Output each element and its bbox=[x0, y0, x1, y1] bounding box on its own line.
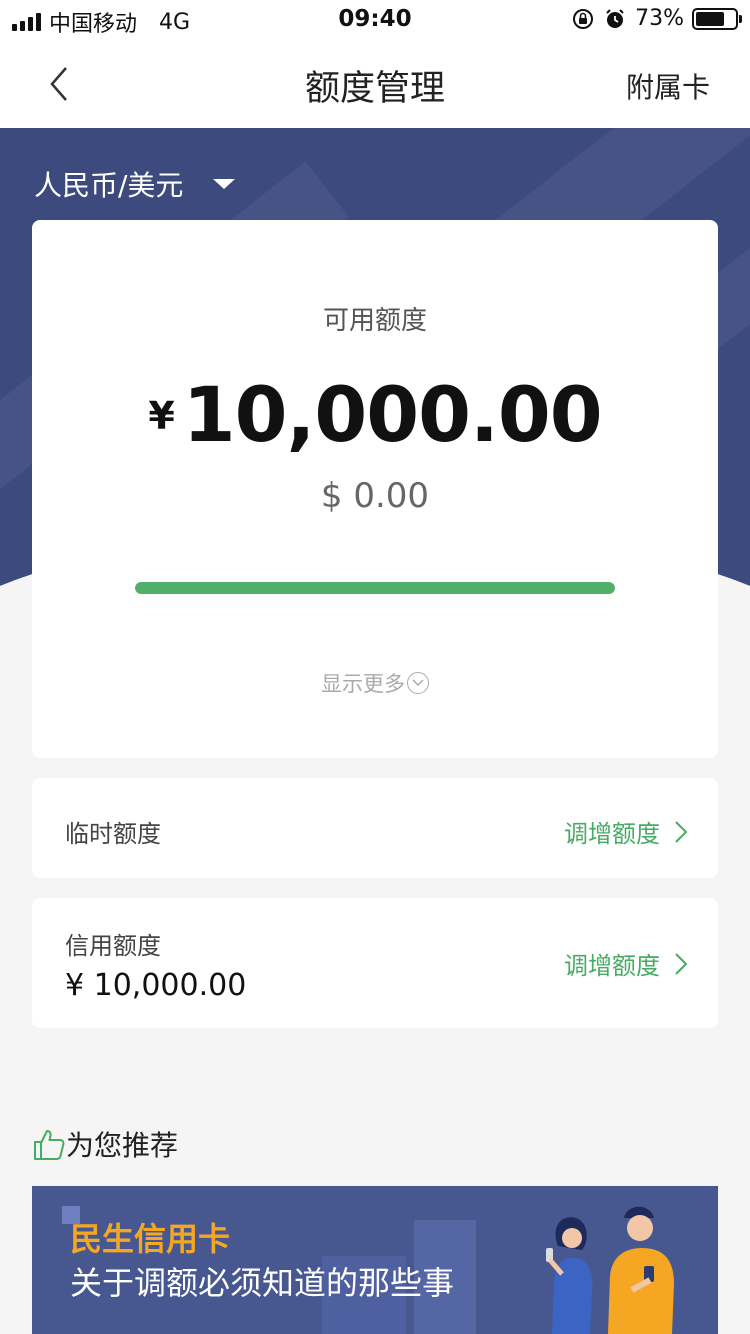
caret-down-icon bbox=[213, 179, 236, 189]
recommend-heading: 为您推荐 bbox=[32, 1124, 178, 1164]
battery-percent: 73% bbox=[635, 6, 684, 31]
battery-icon bbox=[692, 7, 742, 30]
banner-brand: 民生信用卡 bbox=[70, 1220, 231, 1258]
credit-limit-label: 信用额度 bbox=[65, 932, 161, 960]
thumbs-up-icon bbox=[34, 1130, 65, 1160]
increase-temp-limit-link[interactable]: 调增额度 bbox=[564, 814, 688, 849]
currency-selector[interactable]: 人民币/美元 bbox=[34, 164, 236, 204]
alarm-icon bbox=[606, 8, 624, 28]
status-bar: 中国移动 4G 09:40 73% bbox=[0, 0, 750, 40]
recommend-title: 为您推荐 bbox=[66, 1129, 179, 1162]
available-credit-card: 可用额度 ¥10,000.00 $ 0.00 显示更多 bbox=[32, 220, 718, 758]
chevron-right-icon bbox=[675, 952, 688, 975]
show-more-label: 显示更多 bbox=[321, 672, 405, 696]
credit-usage-fill bbox=[135, 582, 615, 594]
increase-credit-limit-link[interactable]: 调增额度 bbox=[564, 946, 688, 981]
increase-limit-label: 调增额度 bbox=[564, 952, 660, 980]
currency-selector-label: 人民币/美元 bbox=[34, 169, 184, 202]
status-right: 73% bbox=[571, 6, 742, 31]
credit-usage-bar bbox=[135, 582, 615, 594]
chevron-right-icon bbox=[675, 820, 688, 843]
available-credit-value: 10,000.00 bbox=[182, 370, 603, 459]
usd-available-amount: $ 0.00 bbox=[320, 476, 430, 516]
banner-headline: 关于调额必须知道的那些事 bbox=[70, 1264, 455, 1302]
available-credit-label: 可用额度 bbox=[322, 306, 427, 336]
nav-bar: 额度管理 附属卡 bbox=[0, 40, 750, 128]
available-credit-amount: ¥10,000.00 bbox=[32, 370, 718, 459]
chevron-down-circle-icon bbox=[407, 672, 429, 694]
supplementary-card-link[interactable]: 附属卡 bbox=[626, 66, 710, 106]
currency-symbol: ¥ bbox=[148, 394, 175, 438]
temporary-limit-row[interactable]: 临时额度 调增额度 bbox=[32, 778, 718, 878]
people-illustration bbox=[546, 1206, 674, 1334]
credit-limit-row[interactable]: 信用额度 ¥ 10,000.00 调增额度 bbox=[32, 898, 718, 1028]
credit-limit-value: ¥ 10,000.00 bbox=[65, 968, 247, 1003]
show-more-button[interactable]: 显示更多 bbox=[32, 668, 718, 698]
temporary-limit-label: 临时额度 bbox=[65, 820, 161, 848]
increase-limit-label: 调增额度 bbox=[564, 820, 660, 848]
rotation-lock-icon bbox=[573, 8, 594, 29]
promo-banner[interactable]: 民生信用卡 关于调额必须知道的那些事 bbox=[32, 1186, 718, 1334]
